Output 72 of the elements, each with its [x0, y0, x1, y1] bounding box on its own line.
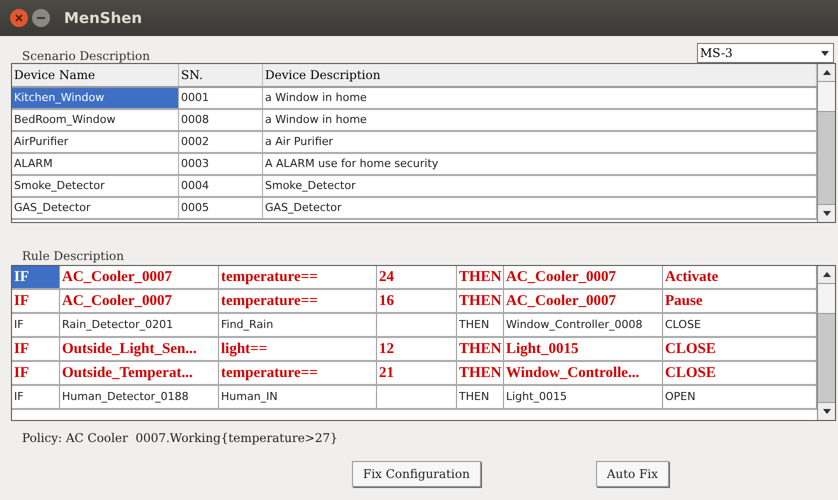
scrollbar[interactable]	[817, 64, 835, 222]
table-cell[interactable]: Human_IN	[219, 386, 377, 408]
table-cell[interactable]: IF	[12, 266, 60, 288]
table-cell[interactable]: ALARM	[12, 154, 179, 174]
scroll-down-button[interactable]	[818, 204, 835, 222]
table-cell[interactable]: 0004	[179, 176, 263, 196]
table-cell[interactable]: 0003	[179, 154, 263, 174]
table-cell[interactable]: Window_Controller_0008	[504, 314, 663, 336]
table-cell[interactable]: AC_Cooler_0007	[60, 290, 219, 312]
action-button[interactable]: Auto Fix	[596, 461, 669, 487]
down-arrow-icon	[822, 211, 830, 216]
table-cell[interactable]: temperature==	[219, 362, 377, 384]
minimize-icon	[37, 17, 45, 19]
table-cell[interactable]: BedRoom_Window	[12, 110, 179, 130]
table-cell[interactable]: 21	[377, 362, 457, 384]
section-label: Rule Description	[22, 250, 124, 262]
table-cell[interactable]: IF	[12, 386, 60, 408]
scroll-thumb[interactable]	[818, 82, 835, 112]
close-button[interactable]	[10, 9, 28, 27]
scenario-dropdown[interactable]: MS-3	[697, 43, 834, 63]
table-cell[interactable]: 12	[377, 338, 457, 360]
table-cell[interactable]: light==	[219, 338, 377, 360]
table-cell[interactable]: temperature==	[219, 266, 377, 288]
dropdown-arrow-icon	[821, 50, 829, 56]
up-arrow-icon	[822, 272, 830, 277]
table-cell[interactable]: Smoke_Detector	[12, 176, 179, 196]
down-arrow-icon	[822, 409, 830, 414]
table-cell[interactable]: 0005	[179, 198, 263, 218]
table-cell[interactable]: AC_Cooler_0007	[504, 290, 663, 312]
table-cell[interactable]: Rain_Detector_0201	[60, 314, 219, 336]
table-cell[interactable]: 0001	[179, 88, 263, 108]
minimize-button[interactable]	[32, 9, 50, 27]
table-cell[interactable]: IF	[12, 314, 60, 336]
table-cell[interactable]: 24	[377, 266, 457, 288]
window-title: MenShen	[64, 8, 142, 29]
column-header[interactable]: Device Name	[12, 64, 179, 86]
table-cell[interactable]: Light_0015	[504, 386, 663, 408]
action-button[interactable]: Fix Configuration	[352, 461, 481, 487]
table-cell[interactable]: AC_Cooler_0007	[504, 266, 663, 288]
table-cell[interactable]: THEN	[457, 290, 504, 312]
table-cell[interactable]: Human_Detector_0188	[60, 386, 219, 408]
table-cell[interactable]: Kitchen_Window	[12, 88, 179, 108]
table-cell[interactable]: 0008	[179, 110, 263, 130]
section-label: Scenario Description	[22, 50, 150, 62]
close-icon	[15, 14, 23, 22]
table-cell[interactable]: THEN	[457, 386, 504, 408]
table-cell[interactable]: IF	[12, 290, 60, 312]
table-cell[interactable]: temperature==	[219, 290, 377, 312]
table-cell[interactable]: Window_Controlle...	[504, 362, 663, 384]
table-cell[interactable]: Outside_Temperat...	[60, 362, 219, 384]
scroll-down-button[interactable]	[818, 402, 835, 420]
column-header[interactable]: SN.	[179, 64, 263, 86]
policy-text: Policy: AC Cooler 0007.Working{temperature>27}	[22, 431, 338, 445]
up-arrow-icon	[822, 70, 830, 75]
table-cell[interactable]: 0002	[179, 132, 263, 152]
table-cell[interactable]: THEN	[457, 338, 504, 360]
table-cell[interactable]: IF	[12, 338, 60, 360]
table-cell[interactable]: THEN	[457, 362, 504, 384]
scroll-up-button[interactable]	[818, 266, 835, 284]
table-cell[interactable]: 16	[377, 290, 457, 312]
table-cell[interactable]: Outside_Light_Sen...	[60, 338, 219, 360]
table-cell[interactable]: Find_Rain	[219, 314, 377, 336]
scroll-thumb[interactable]	[818, 284, 835, 314]
table-cell[interactable]: AirPurifier	[12, 132, 179, 152]
scrollbar[interactable]	[817, 266, 835, 420]
table-cell[interactable]: Light_0015	[504, 338, 663, 360]
table-cell[interactable]: GAS_Detector	[12, 198, 179, 218]
table-cell[interactable]: THEN	[457, 314, 504, 336]
table-cell[interactable]: AC_Cooler_0007	[60, 266, 219, 288]
table-cell[interactable]: THEN	[457, 266, 504, 288]
scroll-up-button[interactable]	[818, 64, 835, 82]
table-cell[interactable]: IF	[12, 362, 60, 384]
